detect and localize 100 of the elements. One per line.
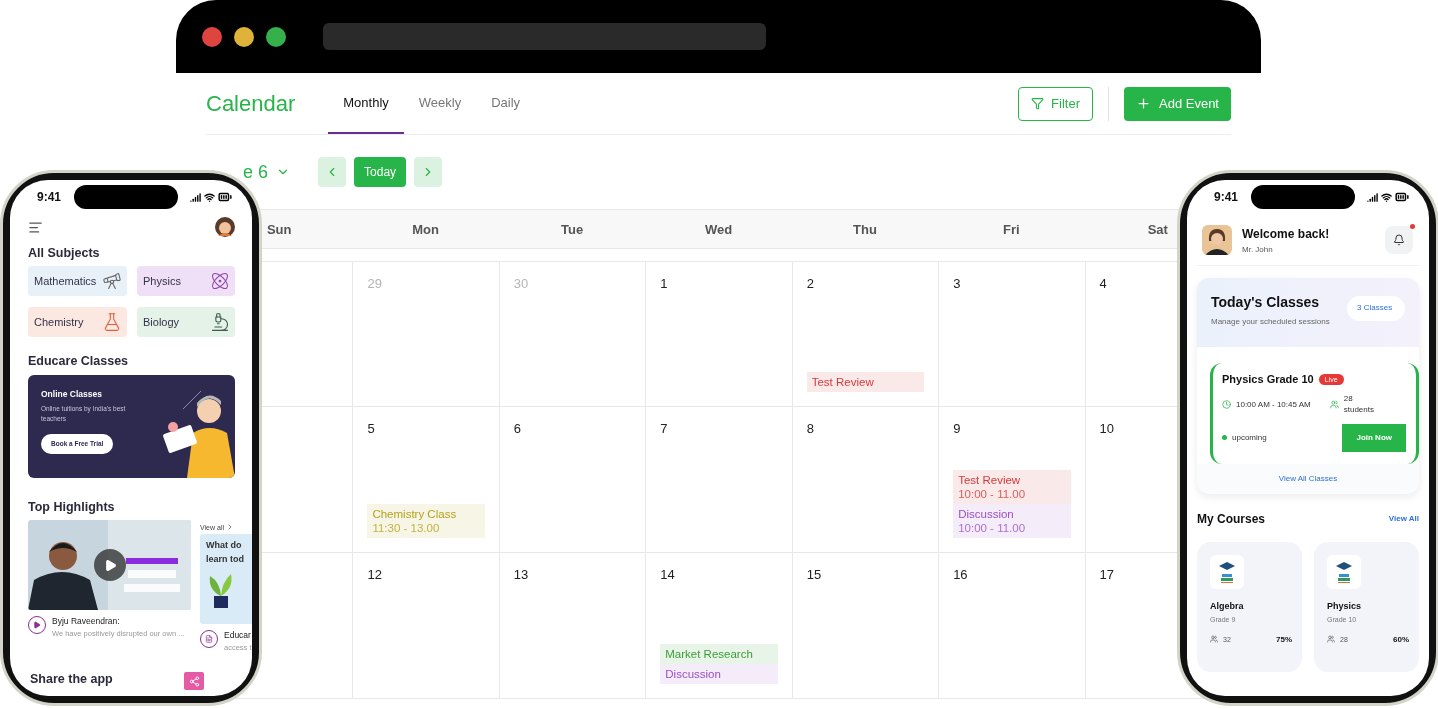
calendar-event[interactable]: Test Review [806, 372, 925, 392]
users-icon [1329, 399, 1339, 409]
weekday-label: Tue [561, 221, 584, 237]
filter-icon [1031, 97, 1045, 110]
users-icon [1327, 635, 1335, 644]
day-number: 14 [660, 567, 675, 582]
filter-button[interactable]: Filter [1018, 86, 1093, 121]
users-icon [1210, 635, 1218, 644]
day-number: 15 [806, 567, 822, 582]
banner-title: Online Classes [41, 389, 102, 399]
section-title: Share the app [30, 672, 113, 686]
view-classes-link[interactable]: View All Classes [1278, 463, 1338, 494]
view-all-link[interactable]: View All [1388, 514, 1419, 524]
section-title: Top Highlights [28, 500, 115, 514]
class-students: 28 students [1343, 393, 1375, 416]
maximize-dot[interactable] [266, 26, 286, 47]
section-title: Educare Classes [28, 354, 129, 368]
section-title: My Courses [1197, 511, 1266, 526]
day-number: 6 [513, 421, 522, 436]
bell-icon [1393, 234, 1405, 246]
battery-icon [1395, 190, 1409, 204]
wifi-icon [204, 191, 215, 203]
article-card[interactable]: What do learn tod [200, 534, 252, 624]
weekday-label: Sun [266, 221, 292, 237]
join-button[interactable]: Join Now [1342, 423, 1406, 452]
calendar-event[interactable]: Market Research [660, 644, 778, 664]
status-dot [1222, 435, 1227, 441]
signal-icon [1367, 191, 1378, 203]
course-logo [1210, 554, 1244, 589]
chevron-right-icon [226, 523, 234, 531]
card-subtitle: Manage your scheduled sessions [1211, 316, 1331, 328]
view-tab[interactable]: Weekly [403, 73, 477, 134]
share-icon[interactable] [184, 672, 204, 690]
event-time: 11:30 - 13.00 [372, 522, 440, 534]
view-tab[interactable]: Daily [476, 73, 536, 134]
day-number: 8 [806, 421, 814, 436]
card-title: Today's Classes [1211, 294, 1321, 310]
day-number: 7 [660, 421, 668, 436]
flask-icon [102, 312, 122, 332]
class-status: upcoming [1232, 431, 1267, 444]
highlight-title: Educar [224, 630, 252, 640]
minimize-dot[interactable] [234, 26, 254, 47]
section-title: All Subjects [28, 246, 100, 260]
calendar-event[interactable]: Discussion 10:00 - 11.00 [953, 504, 1071, 538]
weekday-label: Sat [1147, 221, 1168, 237]
battery-icon [218, 190, 232, 204]
subject-card[interactable]: Biology [137, 307, 235, 337]
user-name: Mr. John [1242, 244, 1274, 254]
page-title: Calendar [206, 90, 296, 117]
weekday-label: Mon [412, 221, 439, 237]
clock-icon [1222, 399, 1231, 409]
calendar-event[interactable]: Chemistry Class 11:30 - 13.00 [367, 504, 485, 538]
welcome-text: Welcome back! [1242, 226, 1330, 241]
close-dot[interactable] [202, 26, 222, 47]
highlight-title: Byju Raveendran: [52, 616, 121, 626]
day-number: 17 [1099, 567, 1115, 582]
event-time: 10:00 - 11.00 [958, 522, 1026, 534]
day-number: 4 [1099, 276, 1107, 291]
calendar-event[interactable]: Discussion [660, 664, 778, 684]
course-name: Physics [1327, 600, 1363, 611]
class-count: 3 Classes [1347, 296, 1405, 321]
menu-icon[interactable] [28, 219, 43, 235]
play-icon [103, 558, 117, 572]
today-button[interactable]: Today [354, 157, 407, 187]
subject-card[interactable]: Mathematics [28, 266, 127, 296]
signal-icon [190, 191, 201, 203]
avatar-icon[interactable] [215, 217, 235, 237]
weekday-label: Fri [1003, 221, 1020, 237]
weekday-label: Wed [704, 221, 733, 237]
day-number: 10 [1099, 421, 1115, 436]
day-number: 5 [367, 421, 375, 436]
class-time: 10:00 AM - 10:45 AM [1236, 398, 1311, 410]
day-number: 12 [367, 567, 382, 582]
telescope-icon [102, 271, 122, 291]
course-name: Algebra [1210, 600, 1245, 611]
course-percent: 75% [1276, 634, 1292, 644]
atom-icon [210, 271, 230, 291]
add-event-button[interactable]: Add Event [1124, 86, 1231, 121]
day-number: 1 [660, 276, 668, 291]
calendar-event[interactable]: Test Review 10:00 - 11.00 [953, 470, 1071, 504]
subject-card[interactable]: Physics [137, 266, 235, 296]
day-number: 2 [806, 276, 814, 291]
day-number: 16 [953, 567, 968, 582]
view-tab[interactable]: Monthly [328, 73, 404, 134]
article-heading: What do [206, 539, 242, 552]
article-heading: learn tod [206, 552, 244, 566]
course-percent: 60% [1393, 634, 1409, 644]
event-time: 10:00 - 11.00 [958, 488, 1026, 500]
status-time: 9:41 [1214, 190, 1239, 204]
day-number: 9 [953, 421, 961, 436]
month-label[interactable]: e 6 [243, 163, 269, 181]
subject-card[interactable]: Chemistry [28, 307, 127, 337]
day-number: 30 [513, 276, 529, 291]
status-time: 9:41 [37, 190, 62, 204]
day-number: 3 [953, 276, 961, 291]
day-number: 13 [513, 567, 529, 582]
wifi-icon [1381, 191, 1392, 203]
notification-button[interactable] [1385, 226, 1413, 254]
day-number: 29 [367, 276, 382, 291]
course-logo [1327, 554, 1361, 589]
